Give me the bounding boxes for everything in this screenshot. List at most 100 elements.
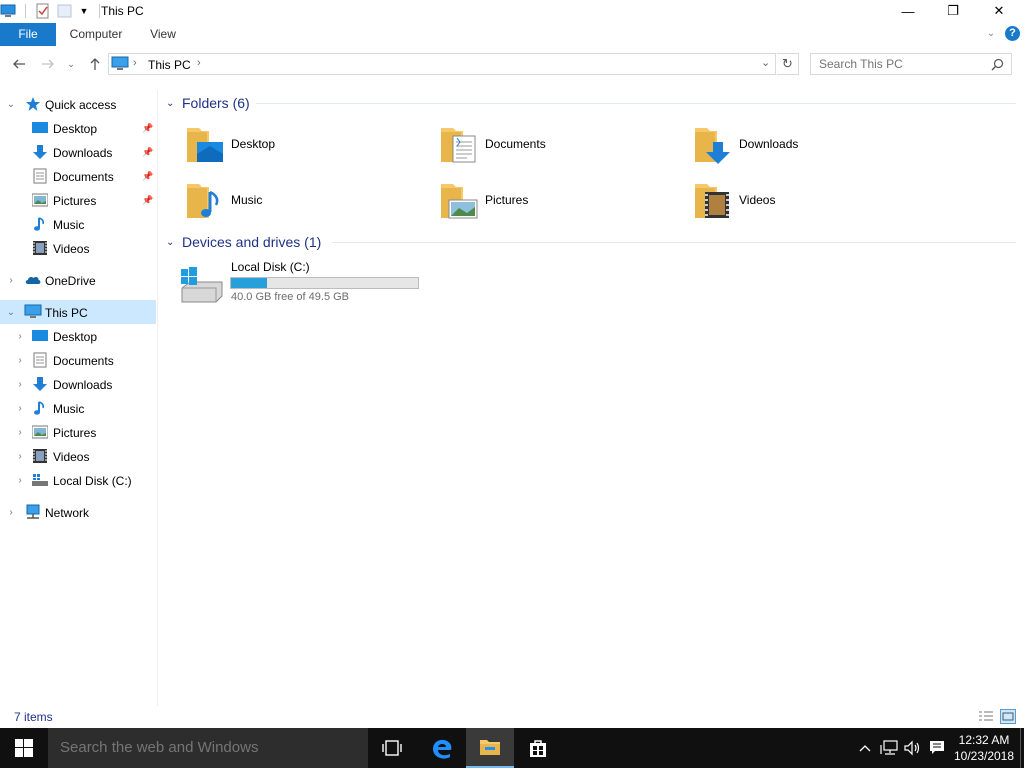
expand-chevron-icon[interactable]: › [15, 475, 25, 486]
nav-qa-music[interactable]: Music [0, 212, 156, 236]
collapse-chevron-icon[interactable]: ⌄ [166, 237, 180, 248]
up-button[interactable] [84, 53, 106, 75]
expand-chevron-icon[interactable]: › [15, 403, 25, 414]
breadcrumb-this-pc[interactable]: This PC [148, 58, 191, 72]
close-button[interactable]: ✕ [976, 0, 1022, 22]
pictures-icon [32, 193, 48, 207]
documents-folder-icon [441, 128, 476, 163]
expand-chevron-icon[interactable]: › [6, 275, 16, 286]
documents-icon [33, 352, 47, 368]
action-center-button[interactable] [926, 728, 948, 768]
downloads-icon [33, 145, 47, 159]
large-icons-view-icon[interactable] [1000, 709, 1016, 724]
drive-tile-local-disk[interactable]: Local Disk (C:) 40.0 GB free of 49.5 GB [178, 258, 438, 310]
nav-label: Desktop [53, 330, 98, 344]
tab-view[interactable]: View [142, 23, 184, 46]
nav-pc-documents[interactable]: › Documents [0, 348, 156, 372]
nav-pc-pictures[interactable]: › Pictures [0, 420, 156, 444]
folder-label: Downloads [739, 137, 799, 151]
folder-tile-pictures[interactable]: Pictures [439, 176, 679, 224]
search-icon[interactable] [991, 58, 1004, 71]
nav-qa-pictures[interactable]: Pictures 📌 [0, 188, 156, 212]
collapse-chevron-icon[interactable]: ⌄ [6, 99, 16, 110]
expand-chevron-icon[interactable]: › [15, 427, 25, 438]
expand-chevron-icon[interactable]: › [6, 507, 16, 518]
start-button[interactable] [0, 728, 48, 768]
quick-access-toolbar: ▼ [0, 3, 100, 19]
nav-label: Documents [53, 354, 114, 368]
restore-button[interactable]: ❐ [930, 0, 976, 22]
nav-label: Videos [53, 242, 90, 256]
taskbar-clock[interactable]: 12:32 AM 10/23/2018 [948, 730, 1020, 766]
pin-icon[interactable]: 📌 [142, 123, 153, 133]
nav-qa-videos[interactable]: Videos [0, 236, 156, 260]
address-history-chevron-icon[interactable]: ⌄ [761, 56, 770, 69]
expand-chevron-icon[interactable]: › [15, 451, 25, 462]
nav-network[interactable]: › Network [0, 500, 156, 524]
address-bar[interactable]: › This PC › ⌄ [108, 53, 776, 75]
properties-icon[interactable] [35, 3, 51, 19]
music-folder-icon [187, 184, 219, 218]
nav-pc-music[interactable]: › Music [0, 396, 156, 420]
expand-chevron-icon[interactable]: › [15, 331, 25, 342]
new-folder-icon[interactable] [57, 3, 73, 19]
edge-button[interactable] [418, 728, 466, 768]
pin-icon[interactable]: 📌 [142, 195, 153, 205]
file-explorer-button[interactable] [466, 728, 514, 768]
nav-pc-desktop[interactable]: › Desktop [0, 324, 156, 348]
nav-qa-desktop[interactable]: Desktop 📌 [0, 116, 156, 140]
help-button[interactable]: ? [1005, 26, 1020, 41]
minimize-button[interactable]: — [885, 0, 931, 22]
collapse-chevron-icon[interactable]: ⌄ [6, 307, 16, 318]
refresh-button[interactable]: ↻ [777, 53, 799, 75]
breadcrumb-chevron-icon[interactable]: › [197, 57, 201, 69]
nav-this-pc[interactable]: ⌄ This PC [0, 300, 156, 324]
tab-file[interactable]: File [0, 23, 56, 46]
pin-icon[interactable]: 📌 [142, 147, 153, 157]
folder-tile-downloads[interactable]: Downloads [693, 120, 933, 168]
show-desktop-button[interactable] [1020, 728, 1024, 768]
details-view-icon[interactable] [978, 710, 994, 723]
search-box[interactable] [810, 53, 1012, 75]
folder-tile-music[interactable]: Music [185, 176, 425, 224]
folder-tile-videos[interactable]: Videos [693, 176, 933, 224]
expand-chevron-icon[interactable]: › [15, 379, 25, 390]
pin-icon[interactable]: 📌 [142, 171, 153, 181]
search-input[interactable] [819, 57, 979, 71]
taskbar-search-box[interactable] [48, 728, 368, 768]
folder-tile-documents[interactable]: Documents [439, 120, 679, 168]
pictures-folder-icon [441, 184, 478, 219]
folder-tile-desktop[interactable]: Desktop [185, 120, 425, 168]
tab-computer[interactable]: Computer [62, 23, 130, 46]
nav-onedrive[interactable]: › OneDrive [0, 268, 156, 292]
store-button[interactable] [514, 728, 562, 768]
this-pc-small-icon[interactable] [0, 3, 16, 19]
task-view-button[interactable] [368, 728, 416, 768]
taskbar-search-input[interactable] [60, 739, 350, 756]
nav-pc-local-disk[interactable]: › Local Disk (C:) [0, 468, 156, 492]
nav-pc-videos[interactable]: › Videos [0, 444, 156, 468]
recent-locations-chevron-icon[interactable]: ⌄ [62, 53, 80, 75]
volume-tray-button[interactable] [902, 728, 924, 768]
network-tray-button[interactable] [878, 728, 900, 768]
back-button[interactable] [8, 53, 30, 75]
videos-icon [33, 449, 47, 463]
nav-qa-documents[interactable]: Documents 📌 [0, 164, 156, 188]
window-title: This PC [101, 4, 144, 18]
devices-group-header[interactable]: ⌄ Devices and drives (1) [166, 232, 321, 252]
forward-button[interactable] [37, 53, 59, 75]
expand-chevron-icon[interactable]: › [15, 355, 25, 366]
customize-toolbar-chevron-icon[interactable]: ▼ [77, 3, 91, 19]
nav-quick-access[interactable]: ⌄ Quick access [0, 92, 156, 116]
folders-group-header[interactable]: ⌄ Folders (6) [166, 93, 250, 113]
collapse-chevron-icon[interactable]: ⌄ [166, 98, 180, 109]
show-hidden-icons-button[interactable] [856, 728, 874, 768]
folder-label: Music [231, 193, 263, 207]
downloads-icon [33, 377, 47, 391]
nav-pc-downloads[interactable]: › Downloads [0, 372, 156, 396]
desktop-icon [32, 122, 48, 133]
title-bar: ▼ This PC — ❐ ✕ [0, 0, 1024, 22]
drive-free-space: 40.0 GB free of 49.5 GB [231, 291, 350, 303]
expand-ribbon-chevron-icon[interactable]: ⌄ [984, 27, 998, 41]
nav-qa-downloads[interactable]: Downloads 📌 [0, 140, 156, 164]
